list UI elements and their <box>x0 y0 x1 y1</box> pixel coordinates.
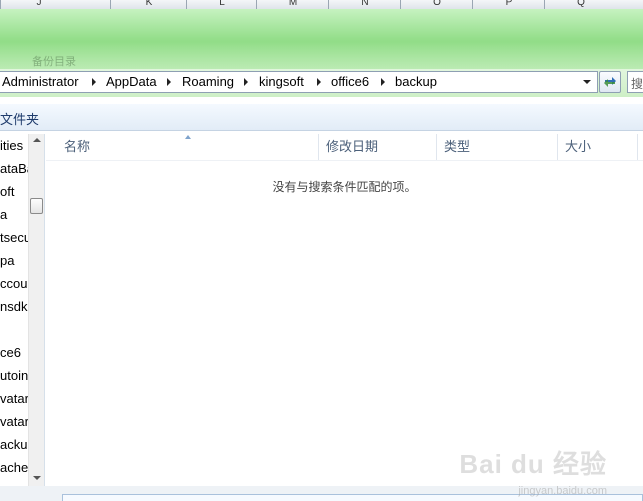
nav-item[interactable]: pa <box>0 253 14 269</box>
column-name[interactable]: 名称 <box>56 134 318 160</box>
column-size[interactable]: 大小 <box>557 134 637 160</box>
column-type[interactable]: 类型 <box>436 134 557 160</box>
titlebar-glow <box>0 39 643 69</box>
address-history-dropdown-icon[interactable] <box>583 80 591 84</box>
nav-item[interactable]: oft <box>0 184 14 200</box>
watermark-url: jingyan.baidu.com <box>518 485 607 497</box>
refresh-button[interactable] <box>599 71 621 93</box>
watermark-logo: Bai du 经验 <box>459 449 607 479</box>
toolbar-new-folder-button[interactable]: 文件夹 <box>0 109 39 128</box>
nav-item[interactable]: ities <box>0 138 23 154</box>
column-header-j[interactable]: J <box>0 0 77 9</box>
column-header-n[interactable]: N <box>328 0 401 9</box>
nav-item[interactable]: vatar <box>0 414 29 430</box>
breadcrumb-chevron-icon[interactable] <box>381 78 385 86</box>
breadcrumb-chevron-icon[interactable] <box>92 78 96 86</box>
nav-item[interactable]: a <box>0 207 7 223</box>
nav-item[interactable]: ache <box>0 460 28 476</box>
refresh-icon <box>604 77 616 87</box>
address-bar[interactable]: Administrator AppData Roaming kingsoft o… <box>0 71 598 93</box>
breadcrumb-roaming[interactable]: Roaming <box>182 72 234 92</box>
nav-item[interactable]: vatar <box>0 391 29 407</box>
breadcrumb-backup[interactable]: backup <box>395 72 437 92</box>
nav-item[interactable]: tsecu <box>0 230 31 246</box>
breadcrumb-office6[interactable]: office6 <box>331 72 369 92</box>
column-header-o[interactable]: O <box>400 0 473 9</box>
empty-results-message: 没有与搜索条件匹配的项。 <box>272 180 417 194</box>
nav-item[interactable]: utoin <box>0 368 28 384</box>
column-divider[interactable] <box>637 134 638 160</box>
column-header-l[interactable]: L <box>186 0 257 9</box>
window-title: 备份目录 <box>32 56 76 68</box>
toolbar: 文件夹 <box>0 104 643 131</box>
window-titlebar[interactable]: 备份目录 <box>0 9 643 69</box>
column-header-q[interactable]: Q <box>544 0 617 9</box>
column-header-k[interactable]: K <box>110 0 187 9</box>
breadcrumb-chevron-icon[interactable] <box>244 78 248 86</box>
nav-item[interactable]: nsdk <box>0 299 27 315</box>
search-input[interactable]: 搜 <box>627 71 643 93</box>
breadcrumb-kingsoft[interactable]: kingsoft <box>259 72 304 92</box>
breadcrumb-administrator[interactable]: Administrator <box>2 72 79 92</box>
column-header-p[interactable]: P <box>472 0 545 9</box>
address-bar-row: Administrator AppData Roaming kingsoft o… <box>0 69 643 97</box>
column-date-modified[interactable]: 修改日期 <box>318 134 436 160</box>
breadcrumb-chevron-icon[interactable] <box>317 78 321 86</box>
file-list-column-headers: 名称 修改日期 类型 大小 <box>46 134 643 161</box>
breadcrumb-appdata[interactable]: AppData <box>106 72 157 92</box>
navigation-scrollbar[interactable] <box>28 134 44 486</box>
breadcrumb-chevron-icon[interactable] <box>167 78 171 86</box>
nav-item[interactable]: ce6 <box>0 345 21 361</box>
column-header-m[interactable]: M <box>256 0 329 9</box>
file-list[interactable]: 名称 修改日期 类型 大小 没有与搜索条件匹配的项。 <box>46 134 643 486</box>
scroll-down-arrow-icon[interactable] <box>33 476 41 480</box>
scrollbar-thumb[interactable] <box>30 198 43 214</box>
scroll-up-arrow-icon[interactable] <box>33 138 41 142</box>
search-input-text: 搜 <box>631 77 643 91</box>
